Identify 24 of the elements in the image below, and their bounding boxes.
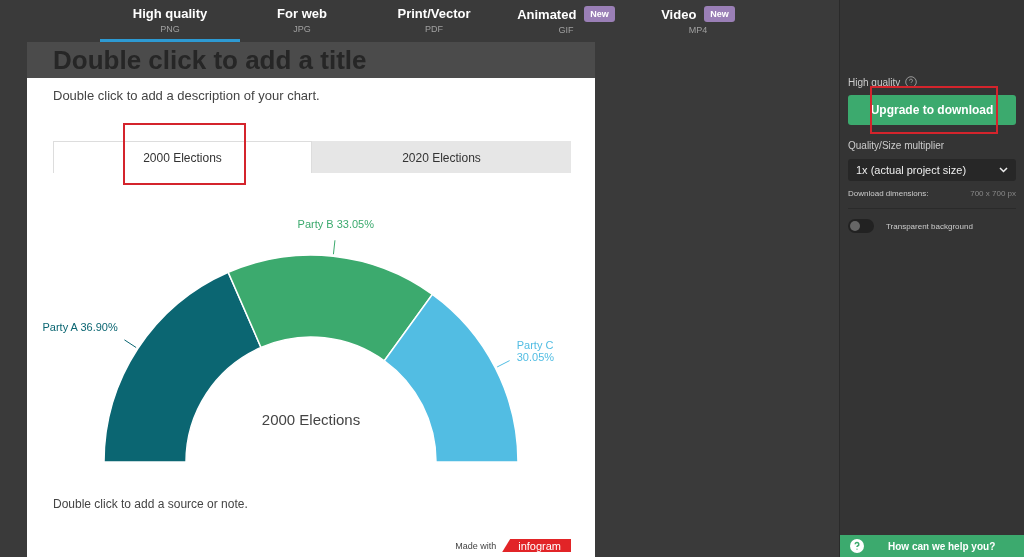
chart-center-title: 2000 Elections [261, 411, 361, 428]
multiplier-label: Quality/Size multiplier [848, 140, 945, 151]
data-label: Party B 33.05% [297, 218, 375, 231]
leader-line [332, 239, 336, 255]
brand-badge[interactable]: infogram [502, 539, 571, 552]
help-icon[interactable] [905, 76, 918, 88]
source-note: Double click to add a source or note. [53, 497, 249, 511]
leader-line [123, 339, 137, 349]
new-badge: New [704, 6, 735, 22]
multiplier-select[interactable]: 1x (actual project size) [848, 159, 1016, 181]
question-icon [850, 539, 864, 553]
data-label: Party A 36.90% [42, 321, 118, 334]
chart-tab[interactable]: 2000 Elections [53, 141, 312, 173]
chart-description: Double click to add a description of your chart. [53, 88, 321, 103]
toggle-label: Transparent background [886, 221, 973, 231]
data-label: Party C 30.05% [516, 338, 555, 363]
leader-line [496, 360, 511, 368]
chevron-down-icon [999, 167, 1008, 173]
new-badge: New [584, 6, 615, 22]
made-with-text: Made with [455, 540, 497, 551]
dimensions-value: 700 x 700 px [970, 189, 1016, 198]
chart-tab[interactable]: 2020 Elections [312, 141, 571, 173]
toggle-switch[interactable] [848, 219, 874, 233]
dimensions-label: Download dimensions: [848, 189, 929, 198]
